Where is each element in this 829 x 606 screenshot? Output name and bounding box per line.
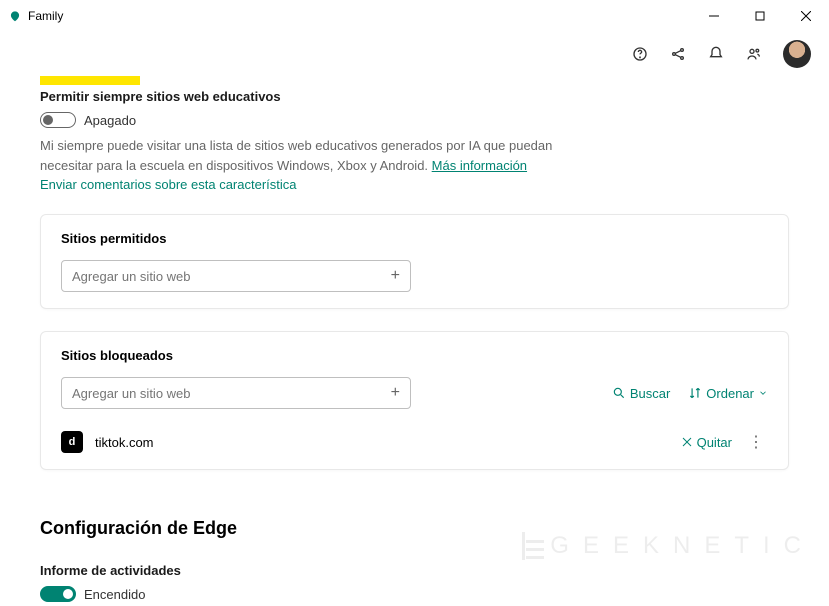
remove-site-button[interactable]: Quitar (681, 435, 732, 450)
blocked-add-input[interactable] (72, 386, 391, 401)
allowed-add-input[interactable] (72, 269, 391, 284)
remove-label: Quitar (697, 435, 732, 450)
blocked-sites-title: Sitios bloqueados (61, 348, 768, 363)
site-domain: tiktok.com (95, 435, 669, 450)
blocked-add-input-wrap[interactable]: + (61, 377, 411, 409)
edge-section-title: Configuración de Edge (40, 518, 789, 539)
allowed-add-input-wrap[interactable]: + (61, 260, 411, 292)
blocked-site-row: d tiktok.com Quitar ⋮ (61, 431, 768, 453)
search-action[interactable]: Buscar (612, 386, 670, 401)
plus-icon[interactable]: + (391, 384, 400, 402)
edu-toggle-label: Apagado (84, 113, 136, 128)
allowed-sites-card: Sitios permitidos + (40, 214, 789, 309)
highlight-bar (40, 76, 140, 85)
activity-toggle-label: Encendido (84, 587, 145, 602)
edu-toggle[interactable] (40, 112, 76, 128)
help-icon[interactable] (631, 45, 649, 63)
window-minimize-button[interactable] (691, 0, 737, 32)
sort-label: Ordenar (706, 386, 754, 401)
chevron-down-icon (758, 388, 768, 398)
activity-report-toggle[interactable] (40, 586, 76, 602)
window-maximize-button[interactable] (737, 0, 783, 32)
more-info-link[interactable]: Más información (432, 158, 527, 173)
content-scroll[interactable]: Permitir siempre sitios web educativos A… (0, 76, 829, 606)
user-avatar[interactable] (783, 40, 811, 68)
activity-report-header: Informe de actividades (40, 563, 789, 578)
blocked-sites-card: Sitios bloqueados + Buscar Ordenar (40, 331, 789, 470)
search-label: Buscar (630, 386, 670, 401)
window-titlebar: Family (0, 0, 829, 32)
row-menu-button[interactable]: ⋮ (744, 432, 768, 452)
sort-action[interactable]: Ordenar (688, 386, 768, 401)
plus-icon[interactable]: + (391, 267, 400, 285)
feedback-link[interactable]: Enviar comentarios sobre esta caracterís… (40, 177, 789, 192)
share-icon[interactable] (669, 45, 687, 63)
allowed-sites-title: Sitios permitidos (61, 231, 768, 246)
people-icon[interactable] (745, 45, 763, 63)
app-toolbar (0, 32, 829, 76)
edu-section-header: Permitir siempre sitios web educativos (40, 89, 789, 104)
search-icon (612, 386, 626, 400)
window-title: Family (28, 9, 63, 23)
app-icon (8, 9, 22, 23)
close-icon (681, 436, 693, 448)
sort-icon (688, 386, 702, 400)
edu-description: Mi siempre puede visitar una lista de si… (40, 136, 560, 175)
site-favicon: d (61, 431, 83, 453)
notifications-icon[interactable] (707, 45, 725, 63)
window-close-button[interactable] (783, 0, 829, 32)
